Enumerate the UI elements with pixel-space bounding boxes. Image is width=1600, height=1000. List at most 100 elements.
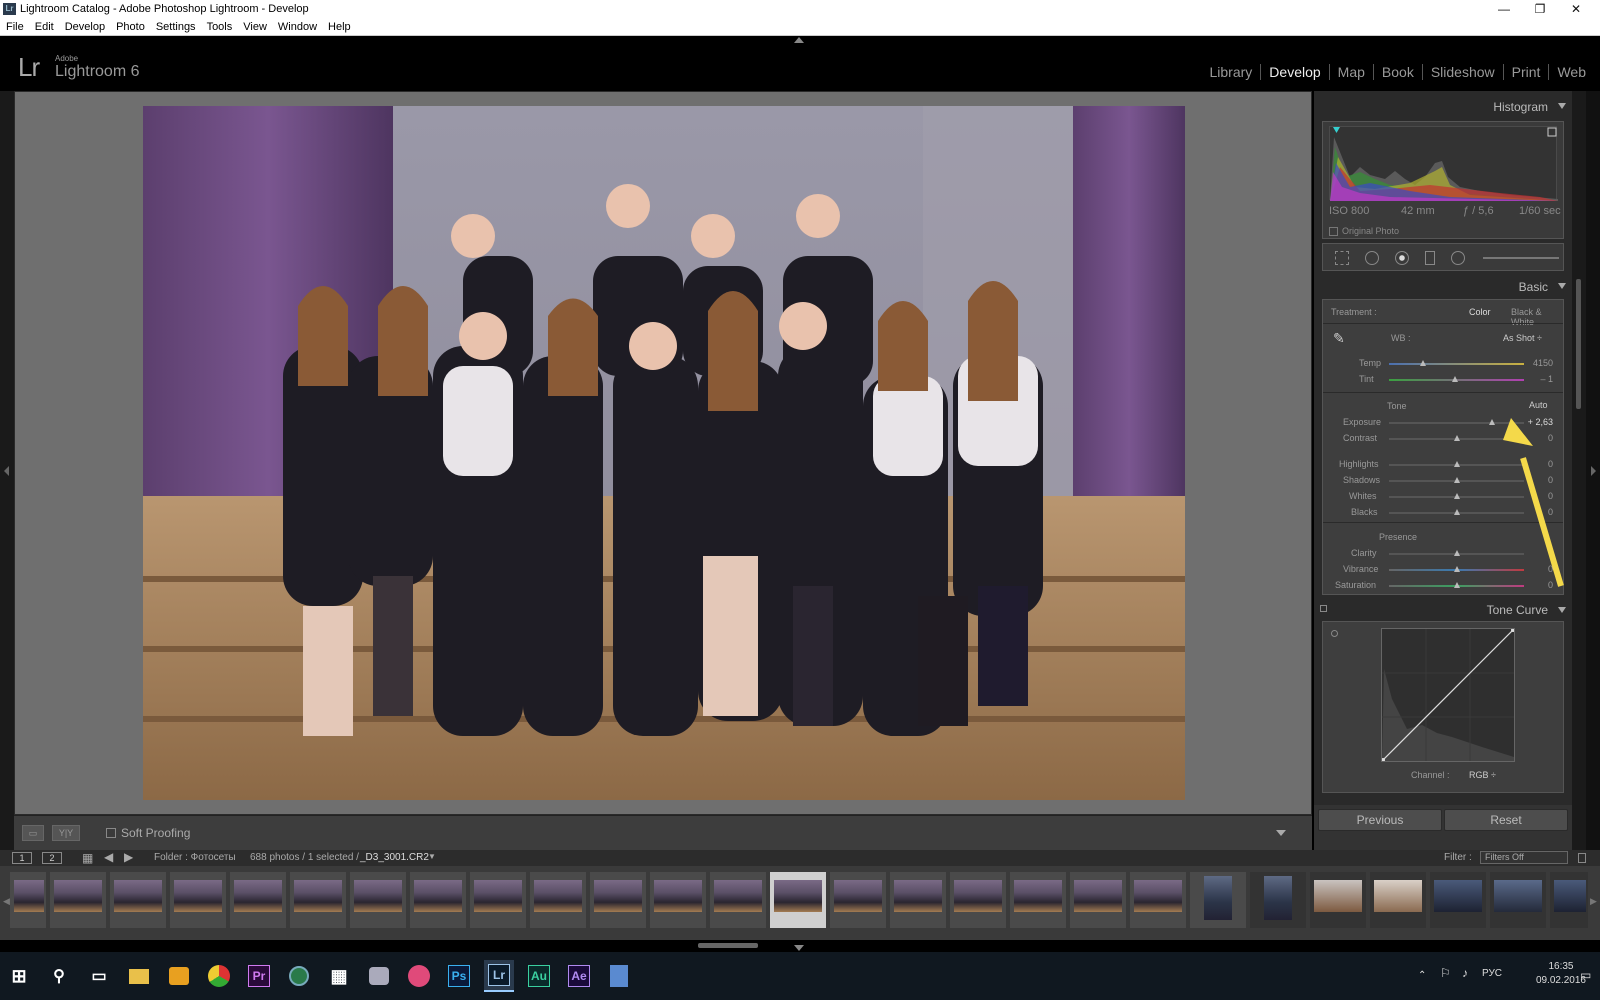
collapse-triangle-icon[interactable] [1558,607,1566,613]
collapse-triangle-icon[interactable] [1558,283,1566,289]
chrome-icon[interactable] [204,960,234,992]
audition-icon[interactable]: Au [524,960,554,992]
menu-file[interactable]: File [6,21,24,33]
network-icon[interactable] [284,960,314,992]
basic-header[interactable]: Basic [1314,275,1572,299]
filmstrip-scrollbar[interactable] [0,940,1600,952]
module-print[interactable]: Print [1504,64,1550,80]
filmstrip-thumbnail[interactable] [1070,872,1126,928]
menu-tools[interactable]: Tools [207,21,233,33]
filmstrip-thumbnail[interactable] [1310,872,1366,928]
targeted-adjustment-icon[interactable] [1331,630,1338,637]
loupe-view-button[interactable]: ▭ [22,825,44,841]
slider-knob[interactable] [1453,509,1460,515]
filmstrip-thumbnail-selected[interactable] [770,872,826,928]
filmstrip-thumbnail[interactable] [1550,872,1588,928]
tint-slider[interactable] [1389,376,1524,382]
red-eye-icon[interactable] [1395,251,1409,265]
menu-photo[interactable]: Photo [116,21,145,33]
filmstrip-filename[interactable]: _D3_3001.CR2 [360,852,429,863]
filmstrip-thumbnail[interactable] [110,872,166,928]
treatment-bw-option[interactable]: Black & White [1511,307,1563,327]
previous-button[interactable]: Previous [1318,809,1442,831]
filmstrip-thumbnail[interactable] [830,872,886,928]
slider-knob[interactable] [1453,461,1460,467]
histogram-header[interactable]: Histogram [1314,95,1572,119]
filmstrip-thumbnail[interactable] [1250,872,1306,928]
filmstrip-thumbnail[interactable] [170,872,226,928]
image-view[interactable] [14,91,1312,815]
collapse-triangle-icon[interactable] [1558,103,1566,109]
grid-view-icon[interactable]: ▦ [82,851,93,865]
filmstrip-thumbnail[interactable] [590,872,646,928]
soft-proofing-checkbox[interactable] [106,828,116,838]
secondary-window-button[interactable]: 2 [42,852,62,864]
slider-knob[interactable] [1419,360,1426,366]
slider-knob[interactable] [1453,435,1460,441]
filmstrip-thumbnail[interactable] [10,872,46,928]
menu-view[interactable]: View [243,21,267,33]
adjustment-brush-icon[interactable] [1483,257,1559,259]
soft-proofing-toggle[interactable]: Soft Proofing [106,826,190,840]
module-develop[interactable]: Develop [1261,64,1330,80]
after-effects-icon[interactable]: Ae [564,960,594,992]
filmstrip-thumbnail[interactable] [410,872,466,928]
photo-viewer-icon[interactable] [364,960,394,992]
notifications-icon[interactable]: ▭ [1580,968,1591,982]
filmstrip-thumbnail[interactable] [290,872,346,928]
filter-select[interactable]: Filters Off [1480,851,1568,864]
temp-value[interactable]: 4150 [1533,358,1553,368]
primary-window-button[interactable]: 1 [12,852,32,864]
slider-knob[interactable] [1453,493,1460,499]
menu-help[interactable]: Help [328,21,351,33]
language-indicator[interactable]: РУС [1482,968,1502,979]
filmstrip-thumbnail[interactable] [650,872,706,928]
premiere-pro-icon[interactable]: Pr [244,960,274,992]
develop-photo[interactable] [143,106,1185,800]
windows-start-icon[interactable]: ⊞ [4,960,34,992]
menu-settings[interactable]: Settings [156,21,196,33]
collapse-up-icon[interactable] [794,37,804,43]
before-after-button[interactable]: Y|Y [52,825,80,841]
slider-knob[interactable] [1453,550,1460,556]
filmstrip-thumbnail[interactable] [230,872,286,928]
spot-removal-icon[interactable] [1365,251,1379,265]
photoshop-icon[interactable]: Ps [444,960,474,992]
tone-curve-graph[interactable] [1381,628,1515,762]
filmstrip-thumbnail[interactable] [50,872,106,928]
slider-knob[interactable] [1452,376,1459,382]
expand-right-icon[interactable] [1591,466,1596,476]
filmstrip-thumbnail[interactable] [470,872,526,928]
module-map[interactable]: Map [1330,64,1374,80]
tone-curve-header[interactable]: Tone Curve [1314,599,1572,621]
media-player-icon[interactable] [164,960,194,992]
module-slideshow[interactable]: Slideshow [1423,64,1504,80]
filmstrip-thumbnail[interactable] [350,872,406,928]
right-panel-toggle[interactable] [1586,91,1600,850]
reset-button[interactable]: Reset [1444,809,1568,831]
auto-tone-button[interactable]: Auto [1529,400,1548,410]
filter-lock-icon[interactable] [1578,853,1586,863]
filmstrip-thumbnail[interactable] [1130,872,1186,928]
file-explorer-icon[interactable] [124,960,154,992]
temp-slider[interactable] [1389,360,1524,366]
filmstrip-source[interactable]: Folder : Фотосеты [154,852,236,863]
menu-edit[interactable]: Edit [35,21,54,33]
slider-knob[interactable] [1453,477,1460,483]
notepad-icon[interactable] [604,960,634,992]
slider-knob[interactable] [1453,566,1460,572]
lightroom-icon[interactable]: Lr [484,960,514,992]
network-tray-icon[interactable]: ⚐ [1440,966,1451,980]
volume-icon[interactable]: ♪ [1462,966,1468,980]
histogram-graph[interactable] [1329,126,1558,201]
crop-icon[interactable] [1335,251,1349,265]
restore-icon[interactable]: ❐ [1522,1,1558,17]
radial-filter-icon[interactable] [1451,251,1465,265]
filmstrip-thumbnail[interactable] [1370,872,1426,928]
filename-dropdown-icon[interactable]: ▼ [428,852,436,861]
filmstrip-thumbnail[interactable] [890,872,946,928]
search-icon[interactable]: ⚲ [44,960,74,992]
module-web[interactable]: Web [1549,64,1594,80]
expand-left-icon[interactable] [4,466,9,476]
wb-select[interactable]: As Shot ÷ [1503,333,1542,343]
